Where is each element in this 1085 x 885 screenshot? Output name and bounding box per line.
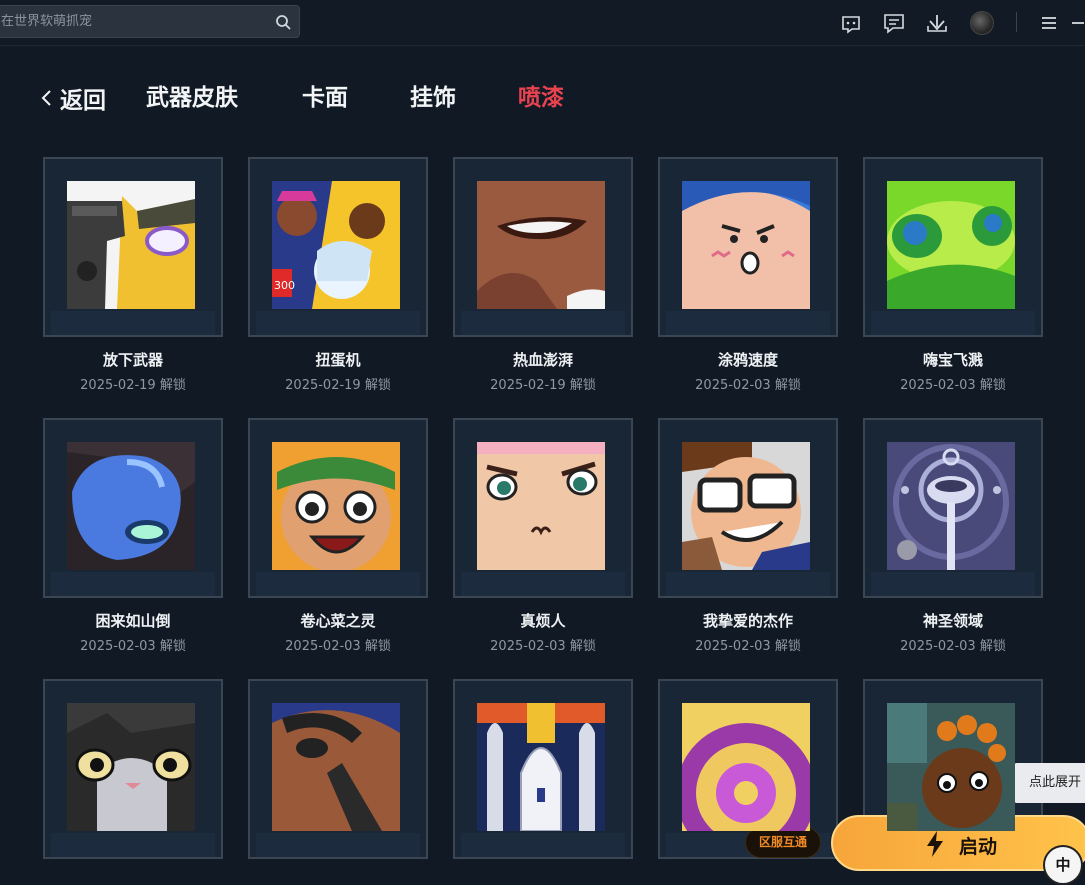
gamepad-icon[interactable] [840, 12, 862, 34]
unlock-date: 2025-02-03 解锁 [900, 378, 1006, 393]
rocket-spray-icon [477, 703, 605, 831]
unlock-date: 2025-02-03 解锁 [695, 639, 801, 654]
sacred-ring-spray-icon [887, 442, 1015, 570]
svg-text:300: 300 [274, 279, 295, 292]
back-button[interactable]: 返回 [40, 78, 106, 118]
spray-name: 嗨宝飞溅 [922, 351, 983, 369]
top-bar [0, 0, 1085, 46]
green-slime-spray-icon [887, 181, 1015, 309]
blush-face-spray-icon [682, 181, 810, 309]
search-input[interactable] [1, 6, 263, 37]
tab-weapon-skins[interactable]: 武器皮肤 [146, 78, 238, 118]
spray-name: 热血澎湃 [512, 351, 573, 369]
grumpy-cat-spray-icon [67, 703, 195, 831]
unlock-date: 2025-02-19 解锁 [490, 378, 596, 393]
search-icon[interactable] [275, 14, 291, 30]
spray-name: 我挚爱的杰作 [702, 612, 793, 630]
bandaged-face-spray-icon [272, 703, 400, 831]
lightning-icon [927, 831, 943, 857]
unlock-date: 2025-02-03 解锁 [900, 639, 1006, 654]
bandana-shout-spray-icon [272, 442, 400, 570]
purple-swirl-spray-icon [682, 703, 810, 831]
unlock-date: 2025-02-03 解锁 [695, 378, 801, 393]
spray-name: 涂鸦速度 [717, 351, 778, 369]
puffed-cheeks-spray-icon [477, 442, 605, 570]
message-icon[interactable] [883, 12, 905, 34]
download-icon[interactable] [926, 12, 948, 34]
tab-sprays[interactable]: 喷漆 [518, 78, 564, 118]
tab-cards[interactable]: 卡面 [302, 78, 348, 118]
gun-cat-spray-icon [67, 181, 195, 309]
language-button[interactable]: 中 [1043, 845, 1083, 885]
search-box[interactable] [0, 5, 300, 38]
spray-name: 困来如山倒 [95, 612, 171, 630]
tab-charms[interactable]: 挂饰 [410, 78, 456, 118]
category-tabs: 返回 武器皮肤 卡面 挂饰 喷漆 [0, 78, 1085, 118]
unlock-date: 2025-02-03 解锁 [490, 639, 596, 654]
spray-name: 真烦人 [520, 612, 566, 630]
avatar[interactable] [970, 11, 994, 35]
expand-tooltip[interactable]: 点此展开 [1013, 763, 1085, 803]
back-label: 返回 [60, 88, 106, 114]
spray-name: 卷心菜之灵 [300, 612, 376, 630]
dreadlocks-agent-spray-icon [887, 703, 1015, 831]
divider [1016, 12, 1017, 32]
chevron-left-icon [41, 90, 51, 106]
blue-robot-spray-icon [67, 442, 195, 570]
unlock-date: 2025-02-19 解锁 [285, 378, 391, 393]
smirk-face-spray-icon [477, 181, 605, 309]
gacha-characters-spray-icon: 300 [272, 181, 400, 309]
region-badge: 区服互通 [745, 827, 821, 858]
menu-icon[interactable] [1038, 12, 1060, 34]
spray-name: 神圣领域 [922, 612, 983, 630]
unlock-date: 2025-02-19 解锁 [80, 378, 186, 393]
spray-name: 放下武器 [102, 351, 163, 369]
launch-label: 启动 [959, 836, 998, 858]
minimize-icon[interactable] [1070, 12, 1085, 34]
glasses-guy-spray-icon [682, 442, 810, 570]
unlock-date: 2025-02-03 解锁 [80, 639, 186, 654]
spray-name: 扭蛋机 [315, 351, 361, 369]
unlock-date: 2025-02-03 解锁 [285, 639, 391, 654]
